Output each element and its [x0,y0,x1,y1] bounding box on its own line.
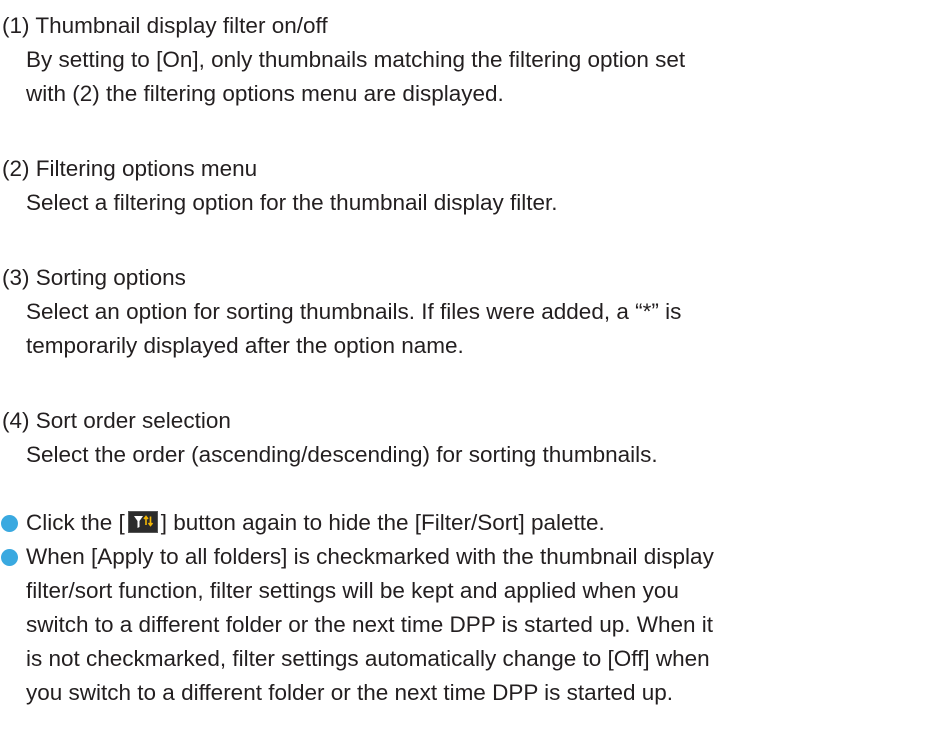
note-2-bullet [1,549,18,566]
note-2-line-2: filter/sort function, filter settings wi… [26,578,679,603]
item-4-heading: (4) Sort order selection [2,408,231,433]
note-1-text: Click the [ ] button again to hide the [F… [26,506,605,540]
item-3-desc-line-1: Select an option for sorting thumbnails.… [26,299,682,324]
note-1-bullet [1,515,18,532]
note-2-line-3: switch to a different folder or the next… [26,612,713,637]
item-1-desc-line-1: By setting to [On], only thumbnails matc… [26,47,686,72]
note-2-line-5: you switch to a different folder or the … [26,680,673,705]
item-3-heading: (3) Sorting options [2,265,186,290]
filter-sort-icon [127,511,158,533]
item-4-desc-line-1: Select the order (ascending/descending) … [26,442,658,467]
item-1-heading: (1) Thumbnail display filter on/off [2,13,328,38]
item-2-desc-line-1: Select a filtering option for the thumbn… [26,190,558,215]
note-1-before: Click the [ [26,510,125,535]
item-3-desc-line-2: temporarily displayed after the option n… [26,333,464,358]
note-2-line-1: When [Apply to all folders] is checkmark… [26,544,714,569]
item-1-desc-line-2: with (2) the filtering options menu are … [26,81,504,106]
note-1-after: ] button again to hide the [Filter/Sort]… [160,510,605,535]
item-2-heading: (2) Filtering options menu [2,156,258,181]
note-2-line-4: is not checkmarked, filter settings auto… [26,646,710,671]
